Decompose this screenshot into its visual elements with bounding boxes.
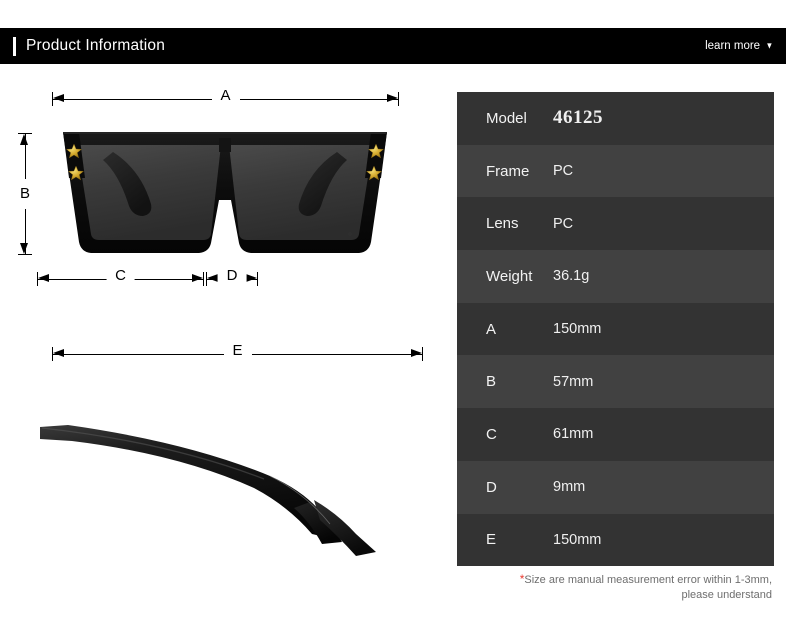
spec-value: 61mm — [553, 426, 594, 443]
disclaimer-line-2: please understand — [681, 589, 772, 601]
sunglasses-temple-side-view — [38, 384, 428, 564]
spec-value: 150mm — [553, 321, 602, 338]
table-row: B 57mm — [457, 355, 774, 409]
learn-more-label: learn more — [705, 40, 761, 52]
spec-label: Weight — [486, 267, 533, 285]
dimension-b-label: B — [19, 179, 31, 209]
screw-left — [97, 231, 103, 237]
sunglasses-front-view — [55, 126, 395, 261]
spec-label: Model — [486, 109, 527, 127]
table-row: Weight 36.1g — [457, 250, 774, 303]
dimension-e-label: E — [223, 342, 252, 360]
dimension-line-c: C — [37, 267, 204, 286]
spec-value: 57mm — [553, 373, 594, 390]
table-row: Frame PC — [457, 144, 774, 198]
dimension-a-arrow-left — [53, 94, 64, 103]
dimension-line-b: B — [18, 133, 32, 255]
page-title: Product Information — [26, 37, 166, 54]
dimension-a-arrow-right — [387, 94, 398, 103]
product-information-header: Product Information learn more ▼ — [0, 28, 786, 64]
chevron-down-icon: ▼ — [765, 40, 774, 50]
table-row: D 9mm — [457, 460, 774, 514]
spec-label: A — [486, 320, 497, 338]
disclaimer-line-1: *Size are manual measurement error withi… — [457, 572, 772, 588]
temple-arm — [40, 425, 338, 540]
dimension-line-a: A — [52, 87, 399, 106]
table-row: Model 46125 — [457, 92, 774, 145]
table-row: E 150mm — [457, 513, 774, 567]
spec-value: 9mm — [553, 479, 586, 496]
table-row: Lens PC — [457, 197, 774, 251]
spec-label: D — [486, 478, 497, 496]
dimension-c-arrow-left — [38, 274, 49, 283]
spec-label: Lens — [486, 215, 519, 233]
right-lens — [229, 145, 373, 240]
product-diagram-panel: A B C D E — [0, 64, 452, 622]
learn-more-button[interactable]: learn more ▼ — [705, 40, 774, 52]
spec-value: 36.1g — [553, 268, 590, 285]
left-lens — [77, 145, 221, 240]
dimension-d-arrow-right — [246, 274, 257, 283]
measurement-disclaimer: *Size are manual measurement error withi… — [457, 572, 774, 603]
dimension-e-arrow-left — [53, 349, 64, 358]
disclaimer-text-1: Size are manual measurement error within… — [524, 574, 772, 586]
specifications-table: Model 46125 Frame PC Lens PC Weight 36.1… — [457, 92, 774, 567]
dimension-d-arrow-left — [207, 274, 218, 283]
dimension-c-label: C — [106, 267, 135, 285]
spec-label: Frame — [486, 162, 530, 180]
dimension-line-d: D — [206, 267, 258, 286]
dimension-e-arrow-right — [411, 349, 422, 358]
table-row: C 61mm — [457, 408, 774, 461]
dimension-d-label: D — [217, 267, 247, 285]
bridge — [219, 138, 231, 152]
dimension-b-arrow-bottom — [20, 243, 29, 254]
spec-value: 150mm — [553, 531, 602, 548]
spec-value: PC — [553, 215, 574, 232]
dimension-c-arrow-right — [192, 274, 203, 283]
spec-label: E — [486, 531, 497, 549]
header-accent-bar — [13, 36, 16, 56]
dimension-a-label: A — [211, 87, 240, 105]
spec-label: B — [486, 373, 497, 391]
dimension-line-e: E — [52, 342, 423, 361]
spec-label: C — [486, 425, 497, 443]
frame-top-highlight — [63, 132, 387, 134]
dimension-b-arrow-top — [20, 134, 29, 145]
screw-right — [347, 231, 353, 237]
spec-value: 46125 — [553, 107, 603, 129]
spec-value: PC — [553, 163, 574, 180]
table-row: A 150mm — [457, 302, 774, 356]
